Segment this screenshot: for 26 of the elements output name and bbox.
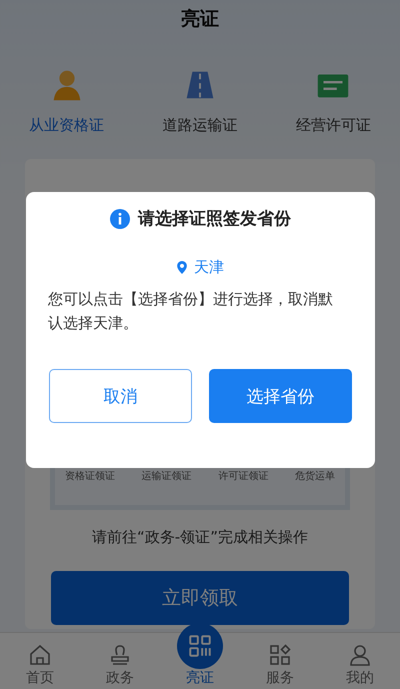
stamp-icon — [108, 643, 132, 667]
dialog-message: 您可以点击【选择省份】进行选择，取消默认选择天津。 — [48, 289, 334, 334]
select-province-button[interactable]: 选择省份 — [209, 369, 352, 423]
province-text: 天津 — [194, 258, 224, 277]
tab-item[interactable]: 政务 — [90, 643, 150, 687]
page-title: 亮证 — [181, 7, 219, 32]
service-link[interactable]: 许可证领证 — [218, 469, 268, 483]
tab-item[interactable]: 我的 — [330, 643, 390, 687]
tab-item[interactable]: 服务 — [250, 643, 310, 687]
category-tab[interactable]: 经营许可证 — [296, 116, 371, 135]
service-link[interactable]: 运输证领证 — [142, 469, 192, 483]
location-pin-icon — [177, 261, 187, 274]
tab-item[interactable]: 亮证 — [170, 623, 230, 687]
category-tab[interactable]: 从业资格证 — [29, 116, 104, 135]
hint-text: 请前往“政务-领证”完成相关操作 — [92, 528, 308, 547]
home-icon — [28, 643, 52, 667]
cancel-button[interactable]: 取消 — [49, 369, 192, 423]
dialog-title: 请选择证照签发省份 — [138, 208, 291, 230]
service-link[interactable]: 危货运单 — [294, 469, 335, 483]
tab-item[interactable]: 首页 — [10, 643, 70, 687]
person-icon — [348, 643, 372, 667]
grid-icon — [268, 643, 292, 667]
service-link[interactable]: 资格证领证 — [65, 469, 115, 483]
claim-button[interactable]: 立即领取 — [51, 571, 349, 625]
info-icon — [110, 208, 130, 228]
category-tab[interactable]: 道路运输证 — [162, 116, 238, 135]
